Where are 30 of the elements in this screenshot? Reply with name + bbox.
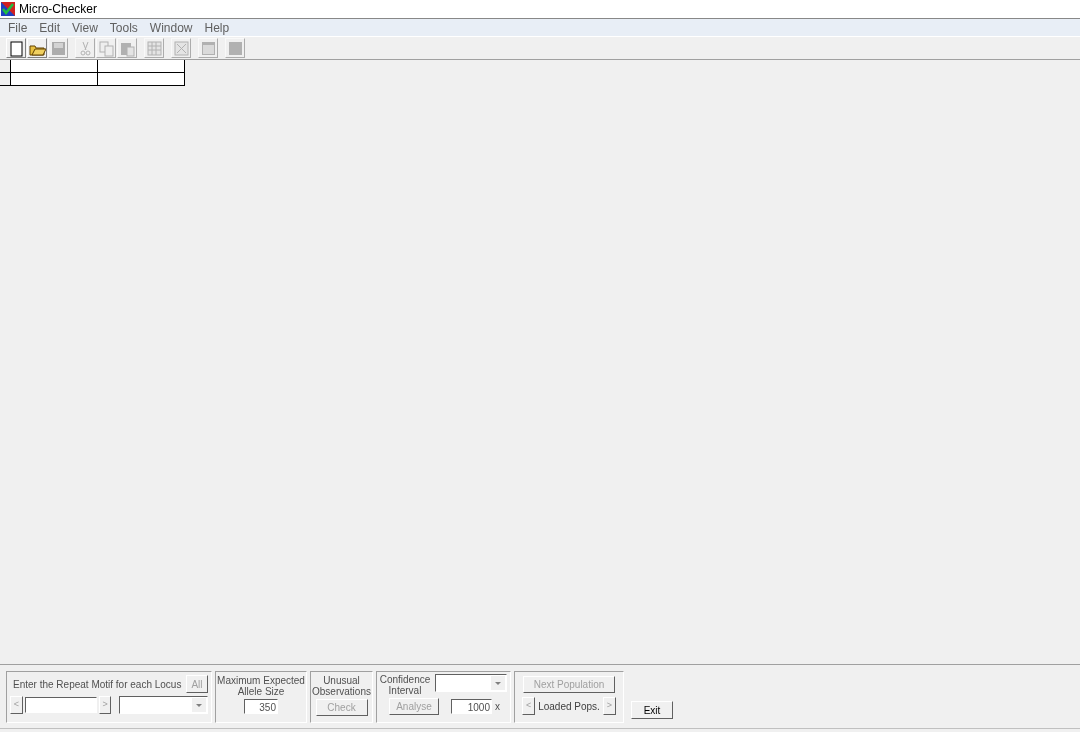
menu-item[interactable]: Edit <box>33 18 67 37</box>
crossed-box-icon <box>172 39 190 57</box>
panel-label: Confidence Interval <box>379 674 431 696</box>
toolbar-button[interactable] <box>27 38 47 58</box>
panel-label: Enter the Repeat Motif for each Locus <box>12 678 182 692</box>
blank-page-icon <box>7 39 25 57</box>
iterations-field[interactable]: 1000 <box>451 699 492 714</box>
menu-item[interactable]: Window <box>143 18 199 37</box>
square-icon <box>226 39 244 57</box>
toolbar-button[interactable] <box>6 38 26 58</box>
copy-icon <box>97 39 115 57</box>
unit-label: x <box>495 700 500 714</box>
menu-item[interactable]: View <box>66 18 104 37</box>
dropdown[interactable] <box>435 674 507 692</box>
window-icon <box>199 39 217 57</box>
dropdown[interactable] <box>119 696 208 714</box>
motif-field[interactable] <box>24 697 97 713</box>
window-title: Micro-Checker <box>19 1 97 18</box>
panel-label: Maximum Expected Allele Size <box>216 675 306 697</box>
app-icon <box>1 2 15 16</box>
row-header <box>0 73 11 86</box>
exit-button[interactable]: Exit <box>631 701 673 719</box>
loaded-pops-label: Loaded Pops. <box>538 699 600 714</box>
grid-icon <box>145 39 163 57</box>
menu-item[interactable]: File <box>2 18 34 37</box>
panel-label: Unusual Observations <box>311 675 372 697</box>
row-header <box>0 60 11 73</box>
menu-item[interactable]: Tools <box>103 18 144 37</box>
menu-item[interactable]: Help <box>198 18 236 37</box>
allele-size-field[interactable]: 350 <box>244 699 278 714</box>
